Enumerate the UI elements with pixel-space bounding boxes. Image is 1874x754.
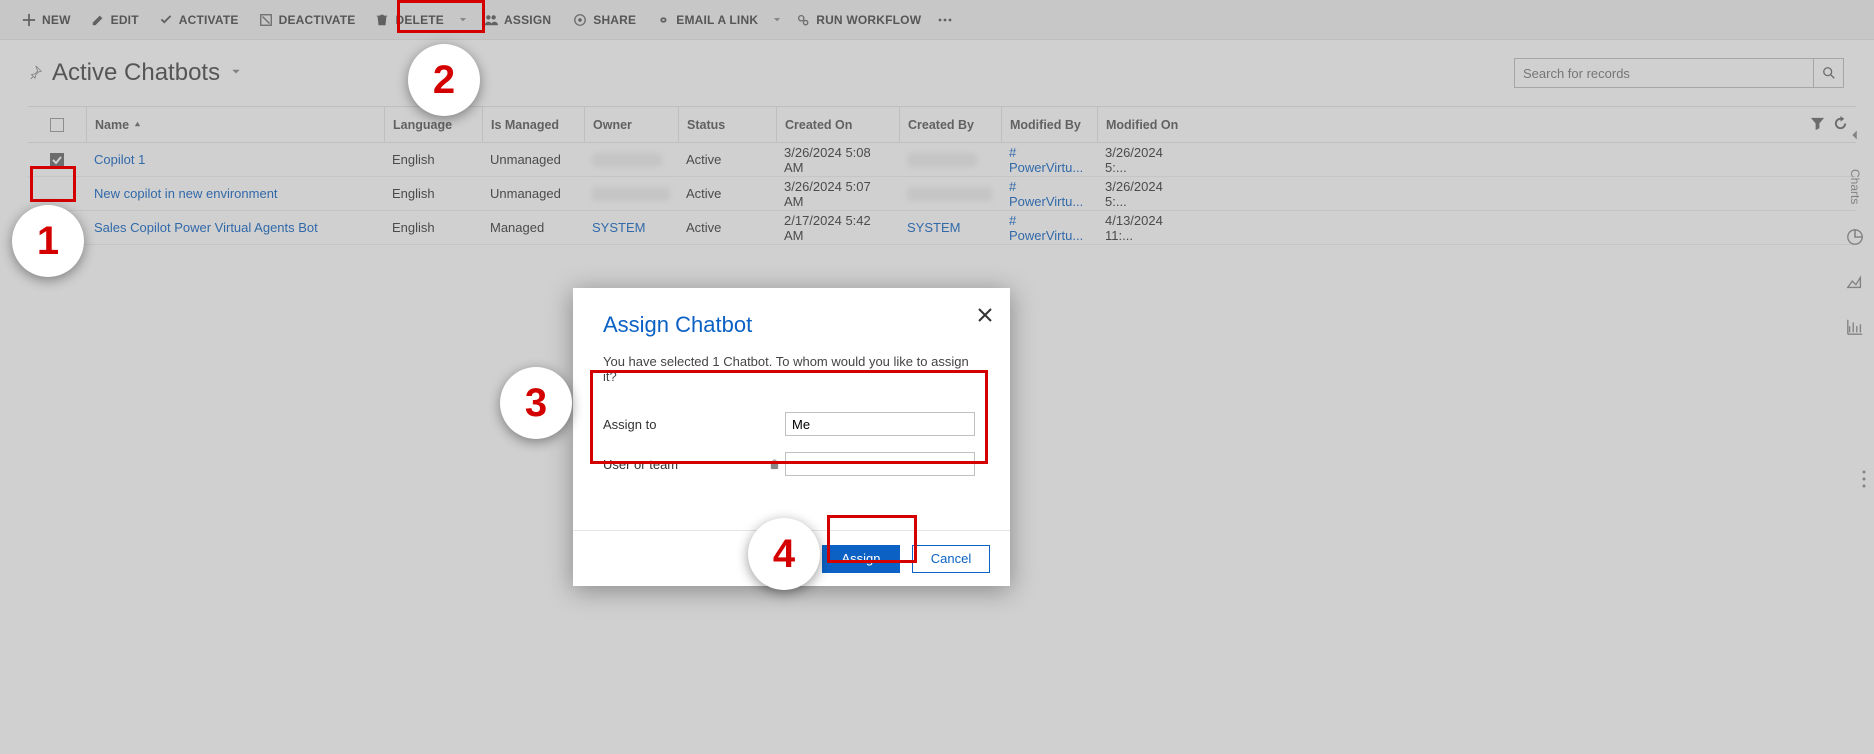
dialog-cancel-button[interactable]: Cancel <box>912 545 990 573</box>
assign-to-input[interactable] <box>785 412 975 436</box>
user-or-team-label: User or team <box>603 457 763 472</box>
user-or-team-input[interactable] <box>785 452 975 476</box>
annotation-callout-2: 2 <box>408 44 480 116</box>
annotation-callout-3: 3 <box>500 367 572 439</box>
dialog-title: Assign Chatbot <box>603 312 980 338</box>
dialog-close-button[interactable] <box>978 306 992 327</box>
annotation-callout-4: 4 <box>748 518 820 590</box>
dialog-message: You have selected 1 Chatbot. To whom wou… <box>603 354 980 384</box>
annotation-callout-1: 1 <box>12 205 84 277</box>
assign-to-label: Assign to <box>603 417 763 432</box>
close-icon <box>978 308 992 322</box>
lock-icon <box>769 459 780 470</box>
dialog-assign-button[interactable]: Assign <box>822 545 900 573</box>
dialog-form: Assign to User or team <box>603 404 980 484</box>
